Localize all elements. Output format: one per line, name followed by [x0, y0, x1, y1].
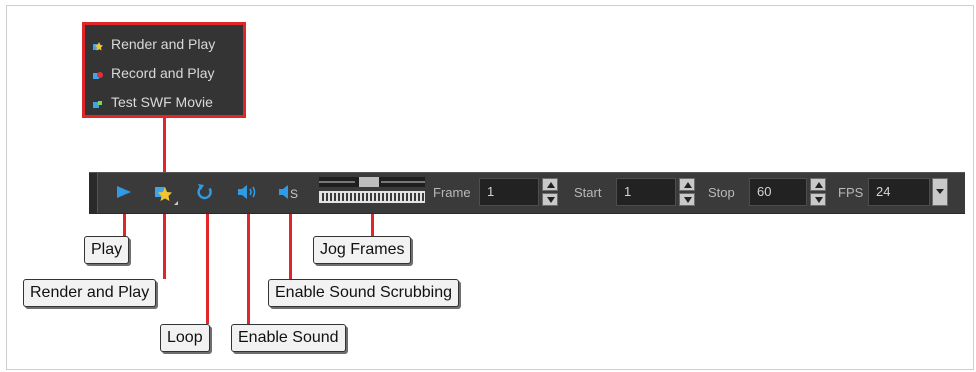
start-step-up-icon[interactable]	[679, 178, 695, 191]
record-and-play-icon	[93, 68, 103, 79]
sound-scrubbing-icon[interactable]: S	[276, 181, 298, 203]
stop-label: Stop	[708, 185, 735, 200]
menu-item-test-swf-movie[interactable]: Test SWF Movie	[93, 91, 213, 113]
loop-icon[interactable]	[194, 181, 216, 203]
stop-step-up-icon[interactable]	[810, 178, 826, 191]
chevron-down-icon	[936, 189, 944, 194]
menu-item-label: Record and Play	[111, 65, 215, 81]
playback-toolbar: S Frame 1 Start 1 Stop 60 FPS 24	[89, 172, 965, 214]
start-field[interactable]: 1	[616, 178, 676, 206]
fps-field[interactable]: 24	[868, 178, 930, 206]
callout-enable-sound-scrubbing: Enable Sound Scrubbing	[268, 279, 460, 307]
play-icon[interactable]	[113, 181, 135, 203]
callout-line-loop	[206, 206, 209, 324]
stop-field[interactable]: 60	[749, 178, 807, 206]
render-play-menu: Render and Play Record and Play Test SWF…	[82, 22, 246, 118]
render-and-play-icon	[93, 39, 103, 51]
fps-dropdown-button[interactable]	[932, 178, 948, 206]
callout-line-sound-scrubbing	[289, 206, 292, 279]
frame-step-up-icon[interactable]	[542, 178, 558, 191]
enable-sound-icon[interactable]	[235, 181, 257, 203]
callout-render-and-play: Render and Play	[23, 279, 157, 307]
start-step-down-icon[interactable]	[679, 193, 695, 206]
menu-item-record-and-play[interactable]: Record and Play	[93, 62, 215, 84]
callout-loop: Loop	[160, 324, 210, 352]
start-stepper[interactable]	[679, 178, 695, 206]
toolbar-grip[interactable]	[89, 173, 98, 213]
frame-label: Frame	[433, 185, 471, 200]
render-and-play-icon[interactable]	[152, 181, 178, 205]
frame-step-down-icon[interactable]	[542, 193, 558, 206]
callout-line-menu	[163, 118, 166, 176]
menu-item-label: Render and Play	[111, 36, 216, 52]
fps-label: FPS	[838, 185, 864, 200]
stop-stepper[interactable]	[810, 178, 826, 206]
menu-item-label: Test SWF Movie	[111, 94, 213, 110]
stop-step-down-icon[interactable]	[810, 193, 826, 206]
callout-enable-sound: Enable Sound	[231, 324, 346, 352]
callout-play: Play	[84, 236, 130, 264]
svg-text:S: S	[290, 187, 298, 201]
swf-movie-icon	[93, 97, 103, 108]
frame-field[interactable]: 1	[479, 178, 539, 206]
callout-line-enable-sound	[247, 206, 250, 324]
start-label: Start	[574, 185, 602, 200]
menu-item-render-and-play[interactable]: Render and Play	[93, 33, 215, 55]
jog-frames-slider[interactable]	[319, 176, 425, 206]
callout-jog-frames: Jog Frames	[313, 236, 412, 264]
callout-line-render-and-play	[163, 206, 166, 279]
frame-stepper[interactable]	[542, 178, 558, 206]
